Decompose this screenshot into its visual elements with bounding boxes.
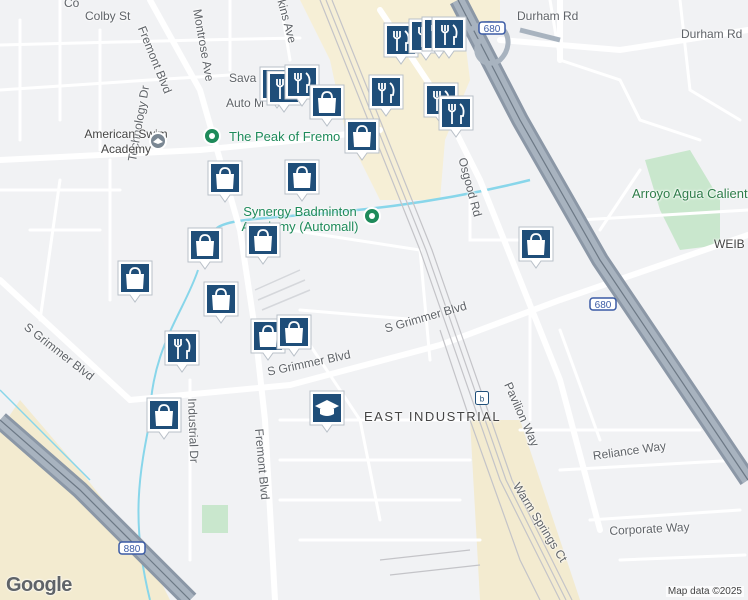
interstate-680-north-shield: 680 xyxy=(478,21,506,40)
street-label-industrial: Industrial Dr xyxy=(185,398,202,464)
fork-knife-icon xyxy=(368,74,404,117)
street-label-durham-east: Durham Rd xyxy=(681,27,743,41)
interstate-680-shield: 680 xyxy=(589,297,617,316)
map-pin-fork-knife[interactable] xyxy=(163,329,201,373)
street-label-weib: WEIB xyxy=(714,237,745,251)
area-label-east-industrial: EAST INDUSTRIAL xyxy=(364,409,502,424)
interstate-880-shield: 880 xyxy=(118,541,146,560)
shopping-bag-icon xyxy=(276,314,312,357)
shopping-bag-icon xyxy=(344,118,380,161)
poi-dot-synergy[interactable] xyxy=(362,206,382,231)
map-pin-shopping-bag[interactable] xyxy=(145,396,183,440)
map-pin-fork-knife[interactable] xyxy=(437,94,475,138)
google-logo: Google xyxy=(6,574,72,596)
map-pin-fork-knife[interactable] xyxy=(430,15,468,59)
map-pin-shopping-bag[interactable] xyxy=(283,158,321,202)
shopping-bag-icon xyxy=(207,160,243,203)
map-pin-shopping-bag[interactable] xyxy=(517,225,555,269)
map-pin-shopping-bag[interactable] xyxy=(206,159,244,203)
svg-text:880: 880 xyxy=(124,544,141,555)
fork-knife-icon xyxy=(431,16,467,59)
park-label[interactable]: Arroyo Agua Caliente Park xyxy=(632,186,748,201)
street-label-colfax: Co xyxy=(64,0,80,10)
shopping-bag-icon xyxy=(284,159,320,202)
shopping-bag-icon xyxy=(117,260,153,303)
map-canvas[interactable]: 680 680 880 Co Colby St Fremont Blvd Mon… xyxy=(0,0,748,600)
map-pin-shopping-bag[interactable] xyxy=(275,313,313,357)
shopping-bag-icon xyxy=(518,226,554,269)
map-pin-shopping-bag[interactable] xyxy=(186,226,224,270)
fork-knife-icon xyxy=(438,95,474,138)
map-pin-shopping-bag[interactable] xyxy=(244,221,282,265)
fork-knife-icon xyxy=(164,330,200,373)
map-pin-shopping-bag[interactable] xyxy=(202,280,240,324)
map-pin-graduation-cap[interactable] xyxy=(308,389,346,433)
map-attribution[interactable]: Map data ©2025 xyxy=(665,586,744,597)
transit-station-icon[interactable]: b xyxy=(475,391,489,410)
map-pin-shopping-bag[interactable] xyxy=(116,259,154,303)
svg-text:680: 680 xyxy=(595,300,612,311)
map-pin-fork-knife[interactable] xyxy=(367,73,405,117)
shopping-bag-icon xyxy=(245,222,281,265)
poi-label-peak[interactable]: The Peak of Fremo xyxy=(229,130,340,144)
street-label-sava: Sava xyxy=(229,71,257,85)
map-pin-shopping-bag[interactable] xyxy=(308,83,346,127)
poi-dot-peak[interactable] xyxy=(202,126,222,151)
poi-dot-swim[interactable] xyxy=(148,131,168,156)
street-label-durham-west: Durham Rd xyxy=(517,9,579,23)
street-label-colby: Colby St xyxy=(85,9,131,23)
shopping-bag-icon xyxy=(203,281,239,324)
shopping-bag-icon xyxy=(309,84,345,127)
shopping-bag-icon xyxy=(146,397,182,440)
map-pin-shopping-bag[interactable] xyxy=(343,117,381,161)
svg-text:680: 680 xyxy=(484,24,501,35)
graduation-cap-icon xyxy=(309,390,345,433)
svg-text:b: b xyxy=(480,395,485,404)
shopping-bag-icon xyxy=(187,227,223,270)
